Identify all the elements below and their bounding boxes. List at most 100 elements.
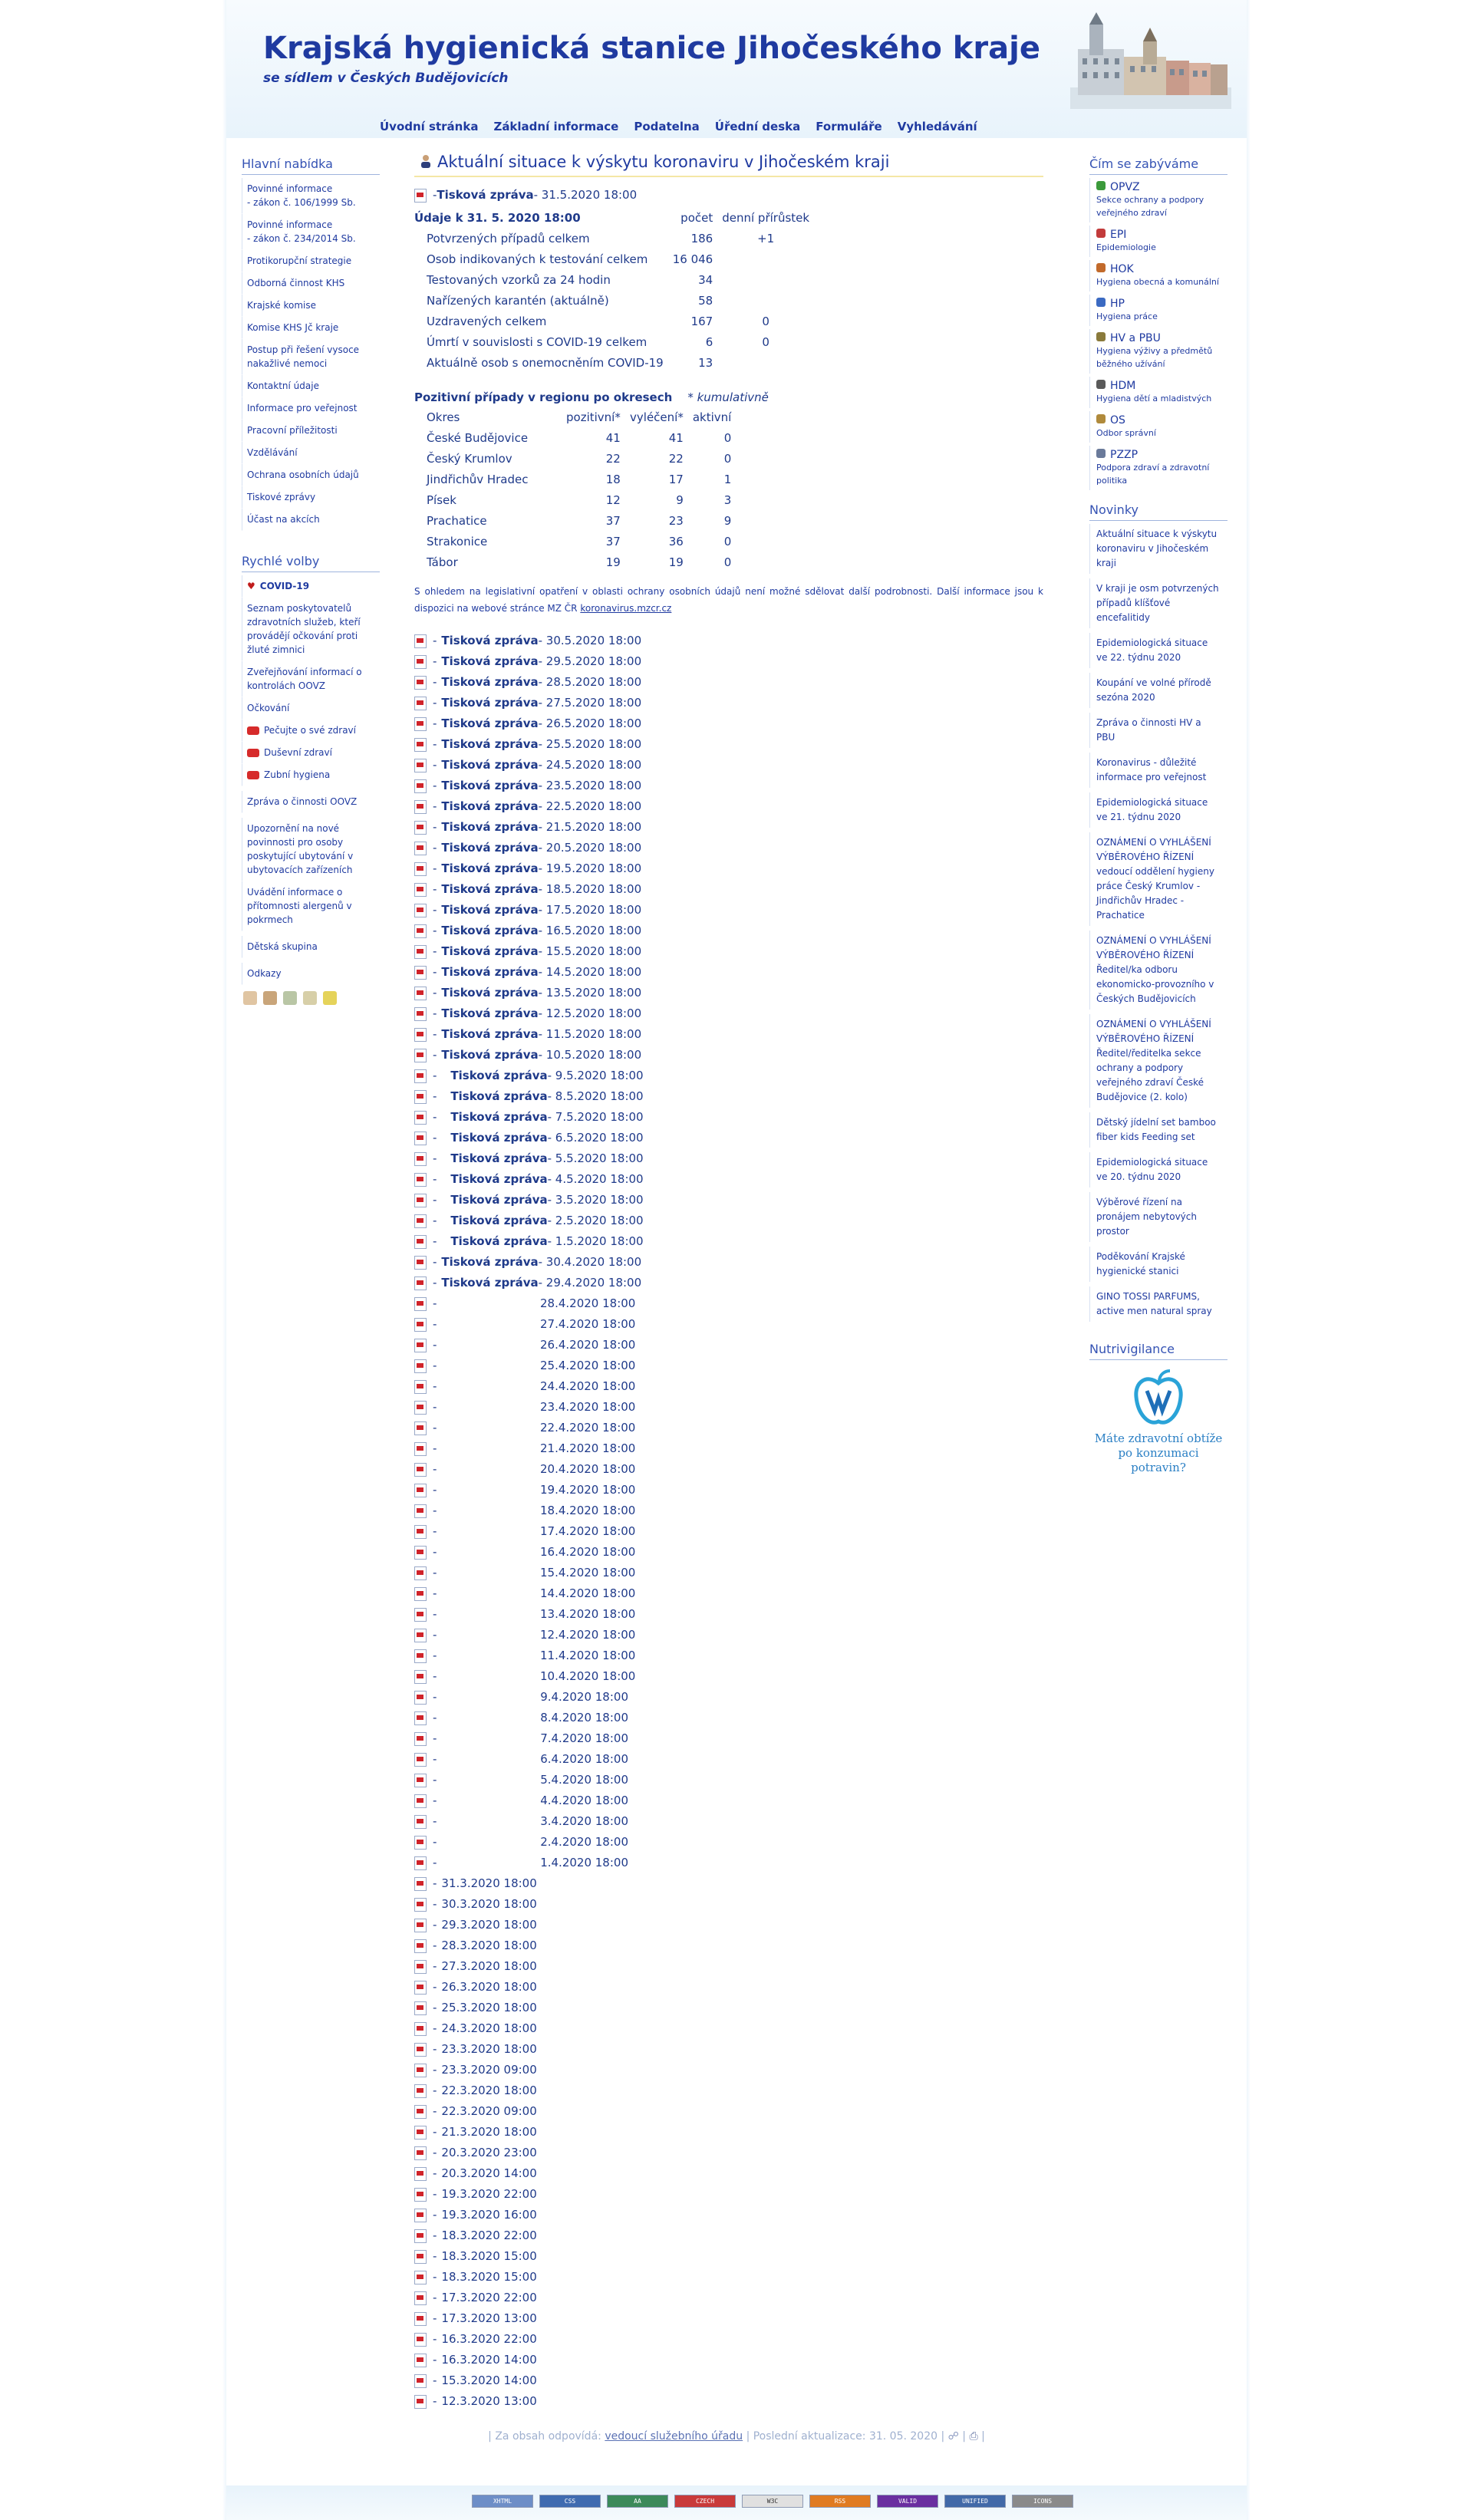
press-row-label[interactable]: Tisková zpráva	[441, 1273, 538, 1293]
press-row[interactable]: - 1.4.2020 18:00	[414, 1853, 1043, 1873]
press-row[interactable]: -28.3.2020 18:00	[414, 1935, 1043, 1956]
food-icon[interactable]	[303, 991, 317, 1005]
press-row[interactable]: - Tisková zpráva - 6.5.2020 18:00	[414, 1128, 1043, 1148]
main-menu-item[interactable]: Kontaktní údaje	[242, 375, 380, 397]
press-row[interactable]: - Tisková zpráva - 12.5.2020 18:00	[414, 1003, 1043, 1024]
press-row-label[interactable]: Tisková zpráva	[441, 838, 538, 858]
press-row-label[interactable]: Tisková zpráva	[441, 983, 538, 1003]
quick-link-item[interactable]: Seznam poskytovatelů zdravotních služeb,…	[242, 598, 380, 661]
press-row-label[interactable]: Tisková zpráva	[441, 817, 538, 838]
press-row-label[interactable]: Tisková zpráva	[441, 796, 538, 817]
nutrivigilance-banner[interactable]: Máte zdravotní obtíže po konzumaci potra…	[1089, 1363, 1228, 1475]
press-row-label[interactable]: Tisková zpráva	[441, 1252, 538, 1273]
press-row-date[interactable]: 14.4.2020 18:00	[540, 1583, 635, 1604]
press-row[interactable]: - 9.4.2020 18:00	[414, 1687, 1043, 1708]
topic-item[interactable]: HDM Hygiena dětí a mladistvých	[1089, 377, 1228, 408]
press-row[interactable]: - 26.4.2020 18:00	[414, 1335, 1043, 1356]
topic-item[interactable]: HP Hygiena práce	[1089, 295, 1228, 326]
press-row[interactable]: - 25.4.2020 18:00	[414, 1356, 1043, 1376]
press-row-label[interactable]: Tisková zpráva	[450, 1066, 547, 1086]
footer-responsible-link[interactable]: vedoucí služebního úřadu	[605, 2430, 743, 2443]
main-menu-item[interactable]: Povinné informace - zákon č. 234/2014 Sb…	[242, 214, 380, 250]
news-item[interactable]: V kraji je osm potvrzených případů klíšť…	[1089, 578, 1228, 628]
press-row[interactable]: - 3.4.2020 18:00	[414, 1811, 1043, 1832]
quick-link-item[interactable]: Upozornění na nové povinnosti pro osoby …	[242, 818, 380, 881]
news-item[interactable]: Aktuální situace k výskytu koronaviru v …	[1089, 524, 1228, 574]
press-row-date[interactable]: 18.3.2020 15:00	[441, 2267, 536, 2288]
press-row-label[interactable]: Tisková zpráva	[441, 1045, 538, 1066]
main-menu-item[interactable]: Postup při řešení vysoce nakažlivé nemoc…	[242, 339, 380, 375]
main-menu-item[interactable]: Tiskové zprávy	[242, 486, 380, 509]
press-row[interactable]: -24.3.2020 18:00	[414, 2018, 1043, 2039]
press-row-date[interactable]: 11.4.2020 18:00	[540, 1645, 635, 1666]
main-menu-item[interactable]: Účast na akcích	[242, 509, 380, 531]
press-row[interactable]: -17.3.2020 22:00	[414, 2288, 1043, 2308]
press-row-date[interactable]: 12.4.2020 18:00	[540, 1625, 635, 1645]
main-menu-item[interactable]: Pracovní příležitosti	[242, 420, 380, 442]
press-row-date[interactable]: 24.4.2020 18:00	[540, 1376, 635, 1397]
press-row-date[interactable]: 17.3.2020 13:00	[441, 2308, 536, 2329]
topic-item[interactable]: OPVZ Sekce ochrany a podpory veřejného zd…	[1089, 178, 1228, 222]
press-row[interactable]: -16.3.2020 14:00	[414, 2350, 1043, 2370]
press-row[interactable]: -23.3.2020 18:00	[414, 2039, 1043, 2060]
press-row-date[interactable]: 8.4.2020 18:00	[540, 1708, 628, 1728]
press-row-date[interactable]: 19.3.2020 22:00	[441, 2184, 536, 2205]
press-row-date[interactable]: 16.3.2020 22:00	[441, 2329, 536, 2350]
press-row-date[interactable]: 20.3.2020 23:00	[441, 2143, 536, 2163]
press-row[interactable]: -26.3.2020 18:00	[414, 1977, 1043, 1998]
worker-icon[interactable]	[263, 991, 277, 1005]
press-row[interactable]: - Tisková zpráva - 29.5.2020 18:00	[414, 651, 1043, 672]
press-row[interactable]: -17.3.2020 13:00	[414, 2308, 1043, 2329]
nav-vyhledavani[interactable]: Vyhledávání	[898, 120, 977, 133]
press-row-date[interactable]: 5.4.2020 18:00	[540, 1770, 628, 1790]
press-row[interactable]: -16.3.2020 22:00	[414, 2329, 1043, 2350]
topic-item[interactable]: HOK Hygiena obecná a komunální	[1089, 260, 1228, 292]
nav-uvodni-stranka[interactable]: Úvodní stránka	[380, 120, 478, 133]
main-menu-item[interactable]: Povinné informace - zákon č. 106/1999 Sb…	[242, 178, 380, 214]
quick-link-item[interactable]: Zpráva o činnosti OOVZ	[242, 791, 380, 813]
topic-item[interactable]: EPI Epidemiologie	[1089, 226, 1228, 257]
topic-item[interactable]: PZZP Podpora zdraví a zdravotní politika	[1089, 446, 1228, 490]
press-row[interactable]: - 21.4.2020 18:00	[414, 1438, 1043, 1459]
press-row[interactable]: - Tisková zpráva - 2.5.2020 18:00	[414, 1211, 1043, 1231]
news-item[interactable]: Zpráva o činnosti HV a PBU	[1089, 713, 1228, 748]
press-row[interactable]: -18.3.2020 15:00	[414, 2267, 1043, 2288]
press-row[interactable]: - Tisková zpráva - 8.5.2020 18:00	[414, 1086, 1043, 1107]
family-icon[interactable]	[283, 991, 297, 1005]
press-row[interactable]: - Tisková zpráva - 23.5.2020 18:00	[414, 776, 1043, 796]
press-row[interactable]: - 7.4.2020 18:00	[414, 1728, 1043, 1749]
radiation-icon[interactable]	[323, 991, 337, 1005]
press-row-label[interactable]: Tisková zpráva	[441, 1024, 538, 1045]
press-row[interactable]: - Tisková zpráva - 30.5.2020 18:00	[414, 631, 1043, 651]
press-row[interactable]: - Tisková zpráva - 4.5.2020 18:00	[414, 1169, 1043, 1190]
validation-badge[interactable]: W3C	[742, 2495, 803, 2508]
press-row[interactable]: -12.3.2020 13:00	[414, 2391, 1043, 2412]
press-row[interactable]: -15.3.2020 14:00	[414, 2370, 1043, 2391]
press-row[interactable]: - 16.4.2020 18:00	[414, 1542, 1043, 1563]
news-item[interactable]: Výběrové řízení na pronájem nebytových p…	[1089, 1192, 1228, 1242]
press-row[interactable]: -29.3.2020 18:00	[414, 1915, 1043, 1935]
press-row[interactable]: - Tisková zpráva - 9.5.2020 18:00	[414, 1066, 1043, 1086]
press-row[interactable]: - Tisková zpráva - 11.5.2020 18:00	[414, 1024, 1043, 1045]
press-row-date[interactable]: 18.3.2020 15:00	[441, 2246, 536, 2267]
press-row[interactable]: - 4.4.2020 18:00	[414, 1790, 1043, 1811]
press-row[interactable]: - Tisková zpráva - 3.5.2020 18:00	[414, 1190, 1043, 1211]
press-row[interactable]: - 15.4.2020 18:00	[414, 1563, 1043, 1583]
press-row[interactable]: - 23.4.2020 18:00	[414, 1397, 1043, 1418]
press-row[interactable]: - Tisková zpráva - 15.5.2020 18:00	[414, 941, 1043, 962]
press-row[interactable]: - 6.4.2020 18:00	[414, 1749, 1043, 1770]
quick-link-item[interactable]: Uvádění informace o přítomnosti alergenů…	[242, 881, 380, 931]
press-row-label[interactable]: Tisková zpráva	[450, 1128, 547, 1148]
news-item[interactable]: Poděkování Krajské hygienické stanici	[1089, 1247, 1228, 1282]
print-icon[interactable]: ⎙	[969, 2430, 977, 2443]
site-title[interactable]: Krajská hygienická stanice Jihočeského k…	[263, 31, 1040, 66]
press-row[interactable]: - Tisková zpráva - 28.5.2020 18:00	[414, 672, 1043, 693]
news-item[interactable]: Epidemiologická situace ve 20. týdnu 202…	[1089, 1152, 1228, 1188]
press-row[interactable]: - 12.4.2020 18:00	[414, 1625, 1043, 1645]
press-row[interactable]: - Tisková zpráva - 25.5.2020 18:00	[414, 734, 1043, 755]
press-row-date[interactable]: 26.3.2020 18:00	[441, 1977, 536, 1998]
press-row-label[interactable]: Tisková zpráva	[441, 651, 538, 672]
press-row-date[interactable]: 10.4.2020 18:00	[540, 1666, 635, 1687]
news-item[interactable]: Epidemiologická situace ve 22. týdnu 202…	[1089, 633, 1228, 668]
press-row[interactable]: -19.3.2020 16:00	[414, 2205, 1043, 2225]
